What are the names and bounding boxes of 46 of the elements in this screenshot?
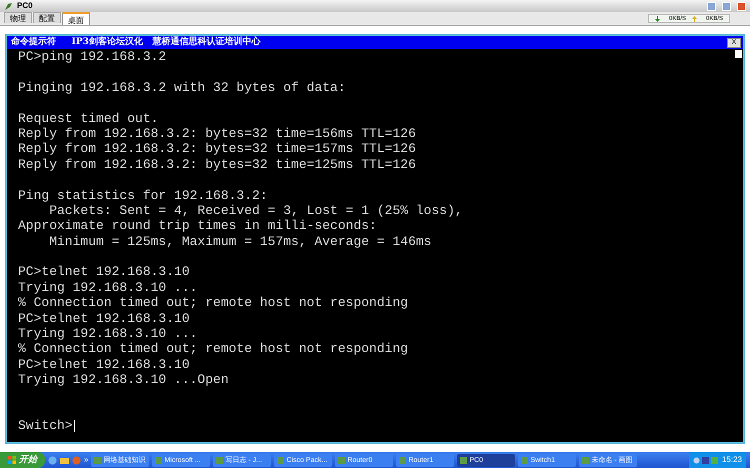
terminal-line: Reply from 192.168.3.2: bytes=32 time=156ms TTL=126 — [18, 126, 416, 142]
close-button[interactable] — [737, 2, 746, 10]
window-icon — [277, 456, 284, 464]
clock: 15:23 — [722, 456, 742, 464]
terminal-line: Trying 192.168.3.10 ... — [18, 280, 198, 296]
terminal-line: % Connection timed out; remote host not responding — [18, 295, 408, 311]
terminal-line: % Connection timed out; remote host not responding — [18, 341, 408, 357]
terminal-line: PC>ping 192.168.3.2 — [18, 49, 166, 64]
folder-icon[interactable] — [60, 456, 69, 464]
restore-button[interactable] — [722, 2, 731, 10]
terminal-line: Request timed out. — [18, 110, 158, 126]
media-icon[interactable] — [72, 456, 81, 464]
terminal-line: Pinging 192.168.3.2 with 32 bytes of data: — [18, 80, 346, 96]
start-button[interactable]: 开始 — [0, 452, 45, 468]
tab[interactable]: 物理 — [4, 12, 32, 23]
terminal-line: PC>telnet 192.168.3.10 — [18, 356, 190, 372]
browser-icon[interactable] — [48, 456, 57, 464]
terminal-line: Packets: Sent = 4, Received = 3, Lost = 1 (25% loss), — [48, 202, 463, 218]
terminal-line: Switch> — [18, 418, 73, 434]
window-icon — [155, 456, 162, 464]
terminal-line: Reply from 192.168.3.2: bytes=32 time=125ms TTL=126 — [18, 156, 416, 172]
text-cursor — [74, 420, 75, 432]
terminal-line: Ping statistics for 192.168.3.2: — [18, 188, 268, 203]
console-title: 命令提示符 IP3剑客论坛汉化 慧桥通信思科认证培训中心 — [11, 38, 260, 47]
windows-logo-icon — [8, 456, 16, 464]
tab[interactable]: 配置 — [33, 12, 61, 23]
window-icon — [399, 456, 406, 464]
window-icon — [460, 456, 468, 464]
minimize-button[interactable] — [707, 2, 716, 10]
terminal-line: PC>telnet 192.168.3.10 — [18, 264, 190, 280]
tab[interactable]: 桌面 — [62, 12, 90, 25]
window-icon — [338, 456, 346, 464]
upload-arrow-icon — [692, 16, 697, 22]
window-icon — [582, 456, 590, 464]
download-arrow-icon — [655, 16, 660, 22]
terminal-line: Reply from 192.168.3.2: bytes=32 time=157ms TTL=126 — [18, 141, 416, 157]
window-title: PC0 — [17, 2, 33, 10]
terminal-line: Minimum = 125ms, Maximum = 157ms, Average = 146ms — [48, 234, 432, 250]
terminal-line: Approximate round trip times in milli-seconds: — [18, 218, 377, 234]
window-icon — [216, 456, 224, 464]
terminal-line: Trying 192.168.3.10 ... — [18, 326, 198, 342]
more-button[interactable]: » — [84, 456, 88, 464]
terminal-line: PC>telnet 192.168.3.10 — [18, 310, 190, 326]
window-icon — [94, 456, 102, 464]
window-icon — [521, 456, 528, 464]
terminal-line: Trying 192.168.3.10 ...Open — [18, 372, 229, 388]
